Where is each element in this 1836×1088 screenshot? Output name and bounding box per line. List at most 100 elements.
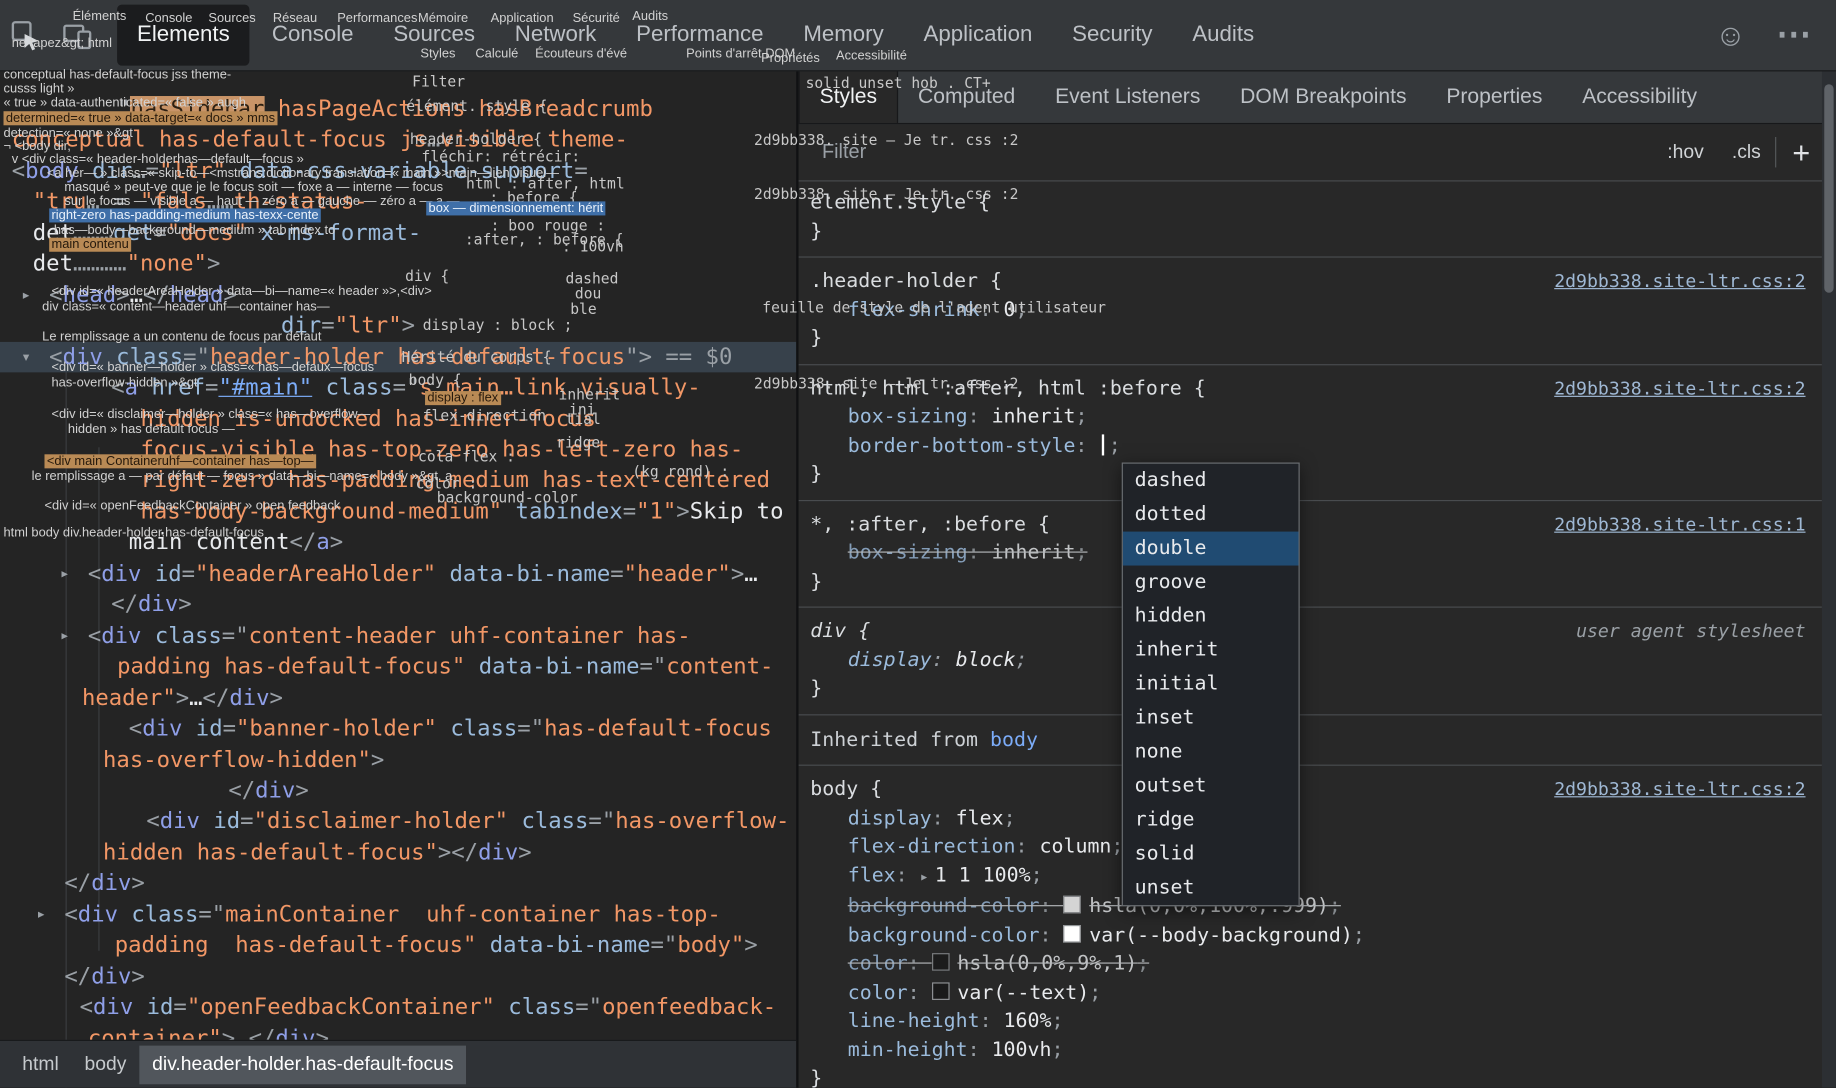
tab-sources[interactable]: Sources	[373, 0, 494, 70]
dropdown-option[interactable]: inherit	[1123, 633, 1299, 667]
dom-line[interactable]: dir="ltr">	[0, 310, 796, 341]
collapse-arrow-icon[interactable]: ▾	[0, 156, 12, 187]
dom-line[interactable]: "tru… = "fals……th-status-	[0, 187, 796, 218]
dom-line[interactable]: ▸<div class="mainContainer uhf-container…	[0, 899, 796, 930]
dropdown-option[interactable]: outset	[1123, 769, 1299, 803]
feedback-smiley-icon[interactable]: ☺	[1705, 9, 1757, 61]
color-swatch[interactable]	[932, 953, 950, 971]
dropdown-option[interactable]: ridge	[1123, 803, 1299, 837]
more-menu-icon[interactable]: ⋯	[1768, 9, 1820, 61]
tab-network[interactable]: Network	[495, 0, 616, 70]
css-property[interactable]: line-height: 160%;	[799, 1007, 1822, 1036]
dom-line[interactable]: "hasSidebar hasPageActions hasBreadcrumb	[0, 94, 796, 125]
css-property[interactable]: color: hsla(0,0%,9%,1);	[799, 950, 1822, 979]
dom-line[interactable]: ▸<div class="content-header uhf-containe…	[0, 620, 796, 651]
css-property[interactable]: display: block;	[799, 646, 1822, 675]
rule-selector[interactable]: element.style {	[810, 189, 990, 218]
tab-elements[interactable]: Elements	[117, 5, 250, 66]
css-property[interactable]: background-color: var(--body-background)…	[799, 921, 1822, 950]
breadcrumb-item[interactable]: div.header-holder.has-default-focus	[139, 1045, 466, 1084]
dom-line[interactable]: <a href="#main" class="s…main…link visua…	[0, 372, 796, 403]
expand-arrow-icon[interactable]: ▸	[36, 899, 64, 930]
dom-line[interactable]: hidden is-undocked has-inner-focus	[0, 403, 796, 434]
dom-line[interactable]: det………get="docs" x-ms-format-	[0, 218, 796, 249]
rule-selector[interactable]: html, html :after, html :before {	[810, 374, 1205, 403]
toggle-class-button[interactable]: .cls	[1718, 141, 1775, 163]
breadcrumb-item[interactable]: html	[9, 1045, 71, 1084]
dom-line[interactable]: det…………"none">	[0, 249, 796, 280]
tab-accessibility[interactable]: Accessibility	[1562, 70, 1717, 123]
stylesheet-link[interactable]: 2d9bb338.site-ltr.css:2	[1542, 775, 1805, 804]
css-property[interactable]: box-sizing: inherit;	[799, 539, 1822, 568]
tab-dom-breakpoints[interactable]: DOM Breakpoints	[1220, 70, 1426, 123]
stylesheet-link[interactable]: 2d9bb338.site-ltr.css:2	[1542, 267, 1805, 296]
expand-arrow-icon[interactable]: ▸	[21, 280, 49, 311]
collapse-arrow-icon[interactable]: ▾	[21, 341, 49, 372]
dom-line[interactable]: </div>	[0, 868, 796, 899]
tab-styles[interactable]: Styles	[799, 70, 899, 123]
dom-line[interactable]: </div>	[0, 589, 796, 620]
inherited-node-link[interactable]: body	[990, 728, 1038, 751]
color-swatch[interactable]	[1063, 896, 1081, 914]
css-property[interactable]: background-color: hsla(0,0%,100%,.999);	[799, 892, 1822, 921]
breadcrumb-item[interactable]: body	[72, 1045, 140, 1084]
expand-arrow-icon[interactable]: ▸	[920, 868, 929, 886]
stylesheet-link[interactable]: 2d9bb338.site-ltr.css:1	[1542, 510, 1805, 539]
tab-memory[interactable]: Memory	[783, 0, 903, 70]
device-toolbar-icon[interactable]	[52, 9, 104, 61]
dom-line[interactable]: right-zero has-padding-medium has-text-c…	[0, 465, 796, 496]
css-property[interactable]: display: flex;	[799, 804, 1822, 833]
dom-line[interactable]: has-overflow-hidden">	[0, 744, 796, 775]
dropdown-option[interactable]: solid	[1123, 837, 1299, 871]
tab-performance[interactable]: Performance	[616, 0, 783, 70]
dom-line[interactable]: </div>	[0, 961, 796, 992]
tab-console[interactable]: Console	[252, 0, 373, 70]
filter-input[interactable]	[799, 139, 1654, 165]
dom-line[interactable]: padding has-default-focus" data-bi-name=…	[0, 651, 796, 682]
dropdown-option[interactable]: double	[1123, 532, 1299, 566]
dom-line[interactable]: padding has-default-focus" data-bi-name=…	[0, 930, 796, 961]
toggle-element-state-button[interactable]: :hov	[1653, 141, 1718, 163]
dropdown-option[interactable]: dashed	[1123, 464, 1299, 498]
tab-security[interactable]: Security	[1052, 0, 1172, 70]
dom-line[interactable]: <div id="openFeedbackContainer" class="o…	[0, 992, 796, 1023]
dropdown-option[interactable]: none	[1123, 735, 1299, 769]
color-swatch[interactable]	[932, 982, 950, 1000]
inspect-icon[interactable]	[0, 9, 52, 61]
stylesheet-link[interactable]: 2d9bb338.site-ltr.css:2	[1542, 374, 1805, 403]
expand-arrow-icon[interactable]: ▸	[60, 558, 88, 589]
dom-line[interactable]: header">…</div>	[0, 682, 796, 713]
tab-computed[interactable]: Computed	[898, 70, 1035, 123]
css-property[interactable]: color: var(--text);	[799, 978, 1822, 1007]
rule-selector[interactable]: div {	[810, 617, 870, 646]
scrollbar[interactable]	[1822, 70, 1836, 1088]
dom-line[interactable]: focus-visible has-top-zero has-left-zero…	[0, 434, 796, 465]
dom-line[interactable]: has-body-background-medium" tabindex="1"…	[0, 496, 796, 527]
color-swatch[interactable]	[1063, 924, 1081, 942]
dropdown-option[interactable]: dotted	[1123, 498, 1299, 532]
css-property[interactable]: min-height: 100vh;	[799, 1036, 1822, 1065]
rule-selector[interactable]: .header-holder {	[810, 267, 1002, 296]
dom-line[interactable]: <div id="disclaimer-holder" class="has-o…	[0, 806, 796, 837]
dropdown-option[interactable]: hidden	[1123, 600, 1299, 634]
css-property[interactable]: flex: ▸1 1 100%;	[799, 861, 1822, 892]
dropdown-option[interactable]: inset	[1123, 701, 1299, 735]
css-property[interactable]: box-sizing: inherit;	[799, 403, 1822, 432]
scrollbar-thumb[interactable]	[1824, 84, 1833, 292]
tab-event-listeners[interactable]: Event Listeners	[1035, 70, 1220, 123]
tab-properties[interactable]: Properties	[1426, 70, 1562, 123]
dom-line[interactable]: ▾<div class="header-holder has-default-f…	[0, 341, 796, 372]
dropdown-option[interactable]: initial	[1123, 667, 1299, 701]
dom-line[interactable]: ▾<body dir…="ltr" data-css-variable-supp…	[0, 156, 796, 187]
css-property[interactable]: flex-direction: column;	[799, 833, 1822, 862]
dom-line[interactable]: </div>	[0, 775, 796, 806]
dropdown-option[interactable]: unset	[1123, 871, 1299, 905]
rule-selector[interactable]: *, :after, :before {	[810, 510, 1050, 539]
rule-selector[interactable]: body {	[810, 775, 882, 804]
dom-line[interactable]: container">…</div>	[0, 1023, 796, 1041]
dom-line[interactable]: <div id="banner-holder" class="has-defau…	[0, 713, 796, 744]
css-property[interactable]: flex-shrink: 0;	[799, 296, 1822, 325]
dropdown-option[interactable]: groove	[1123, 566, 1299, 600]
css-property[interactable]: border-bottom-style: ;	[799, 431, 1822, 460]
dom-line[interactable]: conceptual has-default-focus js…visible …	[0, 125, 796, 156]
